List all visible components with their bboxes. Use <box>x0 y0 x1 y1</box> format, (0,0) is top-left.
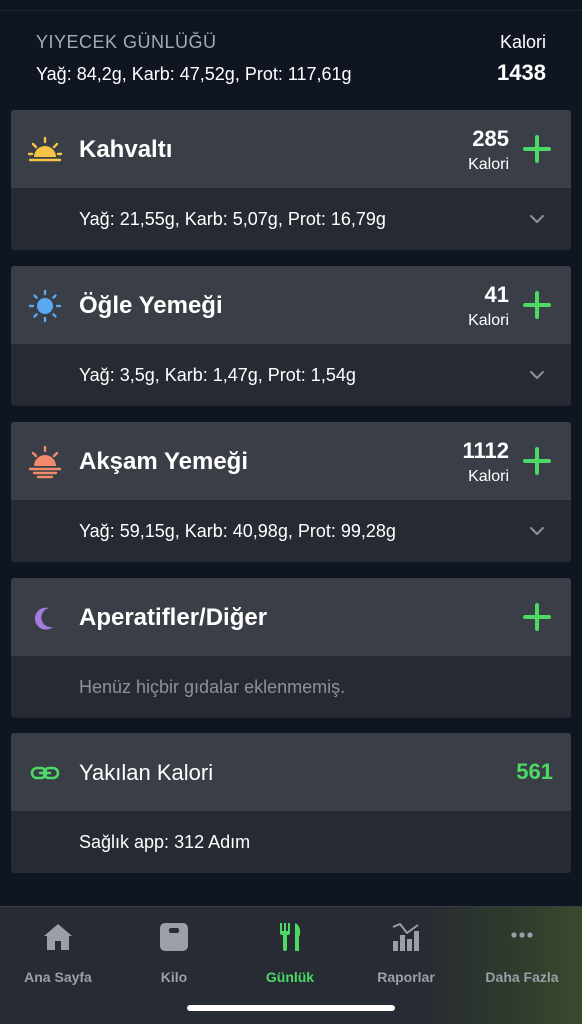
add-food-button[interactable] <box>523 447 551 475</box>
meal-header-breakfast[interactable]: Kahvaltı 285 Kalori <box>11 110 571 188</box>
meal-calories-label: Kalori <box>468 156 509 173</box>
add-food-button[interactable] <box>523 603 551 631</box>
meal-calories-label: Kalori <box>468 468 509 485</box>
chevron-down-icon[interactable] <box>529 214 545 224</box>
sun-icon <box>28 289 62 323</box>
scale-icon <box>160 923 188 951</box>
meal-card-breakfast: Kahvaltı 285 Kalori Yağ: 21,55g, Karb: 5… <box>11 110 571 250</box>
meal-calories-label: Kalori <box>468 312 509 329</box>
chart-icon <box>392 923 419 951</box>
burned-calories-label: Yakılan Kalori <box>79 760 214 785</box>
meal-card-snacks: Aperatifler/Diğer Henüz hiçbir gıdalar e… <box>11 578 571 718</box>
meal-name: Kahvaltı <box>79 136 173 163</box>
meal-name: Aperatifler/Diğer <box>79 604 268 631</box>
daily-macros: Yağ: 84,2g, Karb: 47,52g, Prot: 117,61g <box>36 64 352 84</box>
link-icon <box>30 766 60 780</box>
tab-label: Kilo <box>160 969 188 985</box>
chevron-down-icon[interactable] <box>529 526 545 536</box>
meal-detail-breakfast[interactable]: Yağ: 21,55g, Karb: 5,07g, Prot: 16,79g <box>11 188 571 250</box>
diary-title: YIYECEK GÜNLÜĞÜ <box>36 32 217 52</box>
food-diary-summary: YIYECEK GÜNLÜĞÜ Yağ: 84,2g, Karb: 47,52g… <box>0 28 582 98</box>
add-food-button[interactable] <box>523 291 551 319</box>
burned-calories-card[interactable]: Yakılan Kalori 561 Sağlık app: 312 Adım <box>11 733 571 873</box>
tab-label: Ana Sayfa <box>24 969 92 985</box>
meal-macros: Yağ: 59,15g, Karb: 40,98g, Prot: 99,28g <box>79 521 396 541</box>
top-divider <box>0 10 582 11</box>
tab-label: Raporlar <box>377 969 435 985</box>
meal-detail-snacks: Henüz hiçbir gıdalar eklenmemiş. <box>11 656 571 718</box>
meal-calories: 285 <box>472 126 509 151</box>
meal-header-lunch[interactable]: Öğle Yemeği 41 Kalori <box>11 266 571 344</box>
meal-name: Akşam Yemeği <box>79 448 248 475</box>
meal-detail-dinner[interactable]: Yağ: 59,15g, Karb: 40,98g, Prot: 99,28g <box>11 500 571 562</box>
tab-label: Daha Fazla <box>485 969 559 985</box>
meal-header-dinner[interactable]: Akşam Yemeği 1112 Kalori <box>11 422 571 500</box>
burned-calories-detail: Sağlık app: 312 Adım <box>11 811 571 873</box>
calorie-total: 1438 <box>497 60 546 85</box>
fork-knife-icon <box>280 923 301 951</box>
meal-calories: 1112 <box>462 438 509 463</box>
sunrise-icon <box>27 136 63 162</box>
tab-label: Günlük <box>265 969 315 985</box>
tab-home[interactable]: Ana Sayfa <box>0 917 116 985</box>
tab-weight[interactable]: Kilo <box>116 917 232 985</box>
calorie-label: Kalori <box>499 32 546 52</box>
meal-card-lunch: Öğle Yemeği 41 Kalori Yağ: 3,5g, Karb: 1… <box>11 266 571 406</box>
add-food-button[interactable] <box>523 135 551 163</box>
tab-diary[interactable]: Günlük <box>232 917 348 985</box>
health-app-steps: Sağlık app: 312 Adım <box>79 832 251 852</box>
sunset-icon <box>28 445 62 479</box>
burned-calories-header[interactable]: Yakılan Kalori 561 <box>11 733 571 811</box>
burned-calories-value: 561 <box>516 759 553 784</box>
tab-more[interactable]: Daha Fazla <box>464 917 580 985</box>
moon-icon <box>34 607 53 630</box>
meal-header-snacks[interactable]: Aperatifler/Diğer <box>11 578 571 656</box>
meal-macros: Yağ: 21,55g, Karb: 5,07g, Prot: 16,79g <box>79 209 386 229</box>
chevron-down-icon[interactable] <box>529 370 545 380</box>
meal-detail-lunch[interactable]: Yağ: 3,5g, Karb: 1,47g, Prot: 1,54g <box>11 344 571 406</box>
tab-reports[interactable]: Raporlar <box>348 917 464 985</box>
home-indicator[interactable] <box>187 1005 395 1011</box>
meal-macros: Yağ: 3,5g, Karb: 1,47g, Prot: 1,54g <box>79 365 356 385</box>
meal-calories: 41 <box>484 282 509 307</box>
meal-card-dinner: Akşam Yemeği 1112 Kalori Yağ: 59,15g, Ka… <box>11 422 571 562</box>
home-icon <box>44 924 72 950</box>
empty-meal-message: Henüz hiçbir gıdalar eklenmemiş. <box>79 677 346 697</box>
more-icon <box>511 932 533 938</box>
meal-name: Öğle Yemeği <box>79 292 223 319</box>
